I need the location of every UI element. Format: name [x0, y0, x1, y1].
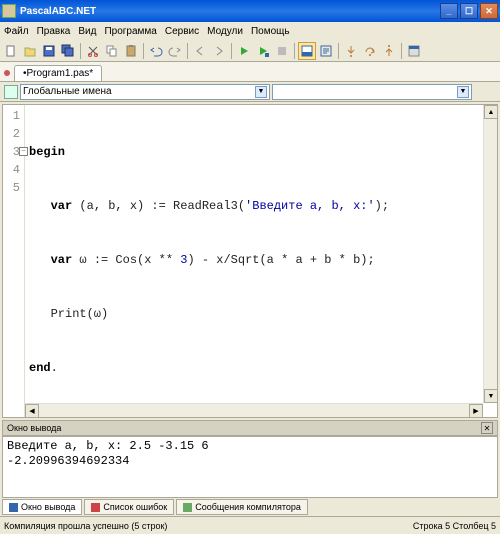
run2-icon[interactable]: [254, 42, 272, 60]
redo-icon[interactable]: [166, 42, 184, 60]
file-tab[interactable]: •Program1.pas*: [14, 65, 102, 81]
compiler-icon: [183, 503, 192, 512]
scroll-left-icon[interactable]: ◀: [25, 404, 39, 418]
namespace-combo[interactable]: Глобальные имена ▼: [20, 84, 270, 100]
menu-service[interactable]: Сервис: [165, 26, 199, 37]
toolbar: [0, 40, 500, 62]
stop-icon[interactable]: [273, 42, 291, 60]
maximize-button[interactable]: ☐: [460, 3, 478, 19]
output-panel-title: Окно вывода ✕: [2, 420, 498, 436]
output-icon: [9, 503, 18, 512]
close-button[interactable]: ✕: [480, 3, 498, 19]
paste-icon[interactable]: [122, 42, 140, 60]
form-designer-icon[interactable]: [405, 42, 423, 60]
panel-close-icon[interactable]: ✕: [481, 422, 493, 434]
menu-modules[interactable]: Модули: [207, 26, 243, 37]
bottom-tabs: Окно вывода Список ошибок Сообщения комп…: [2, 498, 498, 516]
menu-bar: Файл Правка Вид Программа Сервис Модули …: [0, 22, 500, 40]
cursor-position: Строка 5 Столбец 5: [413, 521, 496, 531]
code-editor[interactable]: 12345 −begin var (a, b, x) := ReadReal3(…: [2, 104, 498, 418]
tab-compiler[interactable]: Сообщения компилятора: [176, 499, 308, 515]
tab-row: •Program1.pas*: [0, 62, 500, 82]
status-message: Компиляция прошла успешно (5 строк): [4, 521, 167, 531]
output-panel-icon[interactable]: [298, 42, 316, 60]
save-all-icon[interactable]: [59, 42, 77, 60]
open-file-icon[interactable]: [21, 42, 39, 60]
menu-file[interactable]: Файл: [4, 26, 29, 37]
menu-help[interactable]: Помощь: [251, 26, 290, 37]
output-panel[interactable]: Введите a, b, x: 2.5 -3.15 6-2.209963946…: [2, 436, 498, 498]
combo-row: Глобальные имена ▼ ▼: [0, 82, 500, 102]
copy-icon[interactable]: [103, 42, 121, 60]
scroll-up-icon[interactable]: ▲: [484, 105, 498, 119]
minimize-button[interactable]: _: [440, 3, 458, 19]
fold-icon[interactable]: −: [19, 147, 28, 156]
window-title: PascalABC.NET: [20, 6, 438, 17]
code-area[interactable]: −begin var (a, b, x) := ReadReal3('Введи…: [25, 105, 497, 417]
run-icon[interactable]: [235, 42, 253, 60]
title-bar: PascalABC.NET _ ☐ ✕: [0, 0, 500, 22]
errors-icon: [91, 503, 100, 512]
save-icon[interactable]: [40, 42, 58, 60]
step-over-icon[interactable]: [361, 42, 379, 60]
scroll-right-icon[interactable]: ▶: [469, 404, 483, 418]
menu-view[interactable]: Вид: [78, 26, 96, 37]
combo-label: Глобальные имена: [23, 86, 112, 97]
output-title-label: Окно вывода: [7, 423, 61, 433]
nav-fwd-icon[interactable]: [210, 42, 228, 60]
menu-program[interactable]: Программа: [104, 26, 156, 37]
chevron-down-icon: ▼: [457, 86, 469, 98]
step-into-icon[interactable]: [342, 42, 360, 60]
tab-errors[interactable]: Список ошибок: [84, 499, 174, 515]
compile-icon[interactable]: [317, 42, 335, 60]
cut-icon[interactable]: [84, 42, 102, 60]
menu-edit[interactable]: Правка: [37, 26, 71, 37]
new-file-icon[interactable]: [2, 42, 20, 60]
scroll-vertical[interactable]: ▲ ▼: [483, 105, 497, 403]
namespace-icon: [4, 85, 18, 99]
undo-icon[interactable]: [147, 42, 165, 60]
tab-output[interactable]: Окно вывода: [2, 499, 82, 515]
status-bar: Компиляция прошла успешно (5 строк) Стро…: [0, 516, 500, 534]
modified-indicator-icon: [4, 70, 10, 76]
member-combo[interactable]: ▼: [272, 84, 472, 100]
step-out-icon[interactable]: [380, 42, 398, 60]
nav-back-icon[interactable]: [191, 42, 209, 60]
scroll-horizontal[interactable]: ◀ ▶: [25, 403, 483, 417]
scroll-down-icon[interactable]: ▼: [484, 389, 498, 403]
chevron-down-icon: ▼: [255, 86, 267, 98]
app-icon: [2, 4, 16, 18]
